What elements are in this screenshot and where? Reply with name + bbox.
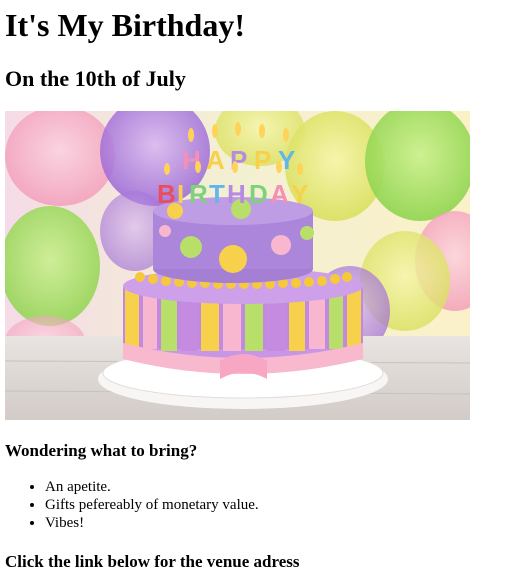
page-subtitle: On the 10th of July [5, 66, 186, 91]
candle-letter: A [206, 145, 225, 175]
candle-letter: T [209, 179, 225, 209]
list-item: Vibes! [45, 514, 522, 532]
bring-list: An apetite. Gifts pefereably of monetary… [5, 478, 522, 532]
candle-letter: Y [291, 179, 308, 209]
page-title: It's My Birthday! [5, 7, 245, 43]
birthday-cake-image: H A P P Y B I R T H D A Y [5, 111, 470, 420]
page: It's My Birthday! On the 10th of July H … [0, 6, 527, 572]
list-item: An apetite. [45, 478, 522, 496]
bring-heading: Wondering what to bring? [5, 441, 198, 460]
candle-letter: D [249, 179, 268, 209]
candle-letter: P [254, 145, 271, 175]
candle-letter: R [189, 179, 208, 209]
candle-letter: H [227, 179, 246, 209]
list-item: Gifts pefereably of monetary value. [45, 496, 522, 514]
candle-letter: A [270, 179, 289, 209]
candle-letter: B [157, 179, 176, 209]
candle-letter: I [177, 179, 184, 209]
venue-heading: Click the link below for the venue adres… [5, 552, 300, 571]
